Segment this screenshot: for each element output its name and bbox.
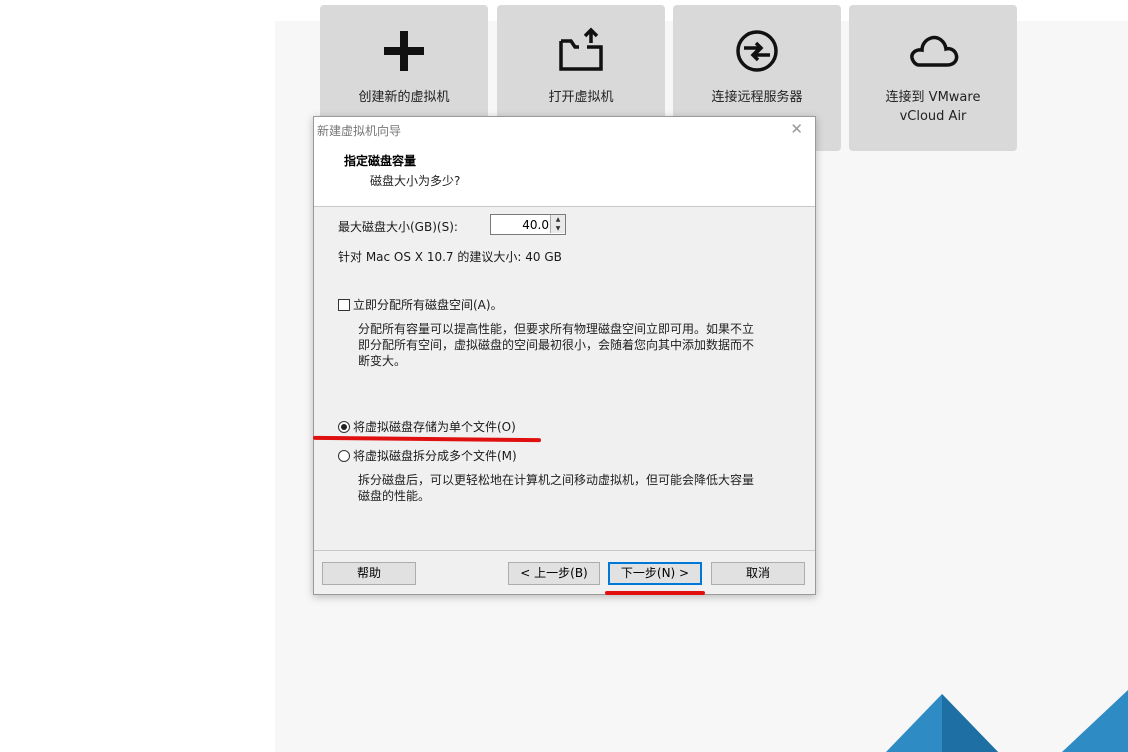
spin-down-icon[interactable]: ▼ (550, 224, 565, 233)
remote-server-icon (673, 23, 841, 79)
back-button[interactable]: < 上一步(B) (508, 562, 600, 585)
dialog-title: 新建虚拟机向导 (317, 124, 402, 138)
single-file-label: 将虚拟磁盘存储为单个文件(O) (353, 420, 516, 434)
allocate-description: 分配所有容量可以提高性能，但要求所有物理磁盘空间立即可用。如果不立 即分配所有空… (358, 322, 755, 368)
tile-label: 打开虚拟机 (548, 90, 614, 105)
tile-label: 创建新的虚拟机 (358, 90, 450, 105)
max-size-label: 最大磁盘大小(GB)(S): (338, 220, 458, 234)
multi-file-label: 将虚拟磁盘拆分成多个文件(M) (353, 449, 517, 463)
plus-icon (320, 23, 488, 79)
max-size-input[interactable] (491, 215, 551, 234)
allocate-checkbox[interactable] (338, 298, 350, 311)
open-folder-icon (497, 23, 665, 79)
multi-file-option[interactable]: 将虚拟磁盘拆分成多个文件(M) (338, 447, 517, 464)
next-button[interactable]: 下一步(N) > (608, 562, 702, 585)
annotation-underline-next (605, 591, 705, 595)
max-size-stepper: ▲ ▼ (490, 214, 566, 235)
vmware-logo (880, 690, 1128, 752)
single-file-option[interactable]: 将虚拟磁盘存储为单个文件(O) (338, 418, 516, 435)
multi-file-radio[interactable] (338, 449, 350, 462)
new-vm-wizard-dialog: 新建虚拟机向导 ✕ 指定磁盘容量 磁盘大小为多少? 最大磁盘大小(GB)(S):… (313, 116, 816, 595)
single-file-radio[interactable] (338, 420, 350, 433)
allocate-all-option[interactable]: 立即分配所有磁盘空间(A)。 (338, 296, 503, 313)
recommended-size-text: 针对 Mac OS X 10.7 的建议大小: 40 GB (338, 250, 562, 264)
cancel-button[interactable]: 取消 (711, 562, 805, 585)
close-icon[interactable]: ✕ (790, 120, 803, 138)
footer-divider (314, 550, 815, 551)
cloud-icon (849, 23, 1017, 79)
page-subtitle: 磁盘大小为多少? (370, 174, 461, 188)
allocate-label: 立即分配所有磁盘空间(A)。 (353, 298, 503, 312)
tile-label: 连接远程服务器 (711, 90, 803, 105)
dialog-header: 指定磁盘容量 磁盘大小为多少? (314, 141, 815, 207)
dialog-titlebar[interactable]: 新建虚拟机向导 ✕ (314, 117, 815, 141)
tile-connect-vcloud[interactable]: 连接到 VMware vCloud Air (849, 5, 1017, 151)
tile-label: 连接到 VMware vCloud Air (885, 90, 981, 124)
page-title: 指定磁盘容量 (344, 154, 417, 168)
multi-file-description: 拆分磁盘后，可以更轻松地在计算机之间移动虚拟机，但可能会降低大容量 磁盘的性能。 (358, 473, 755, 503)
help-button[interactable]: 帮助 (322, 562, 416, 585)
